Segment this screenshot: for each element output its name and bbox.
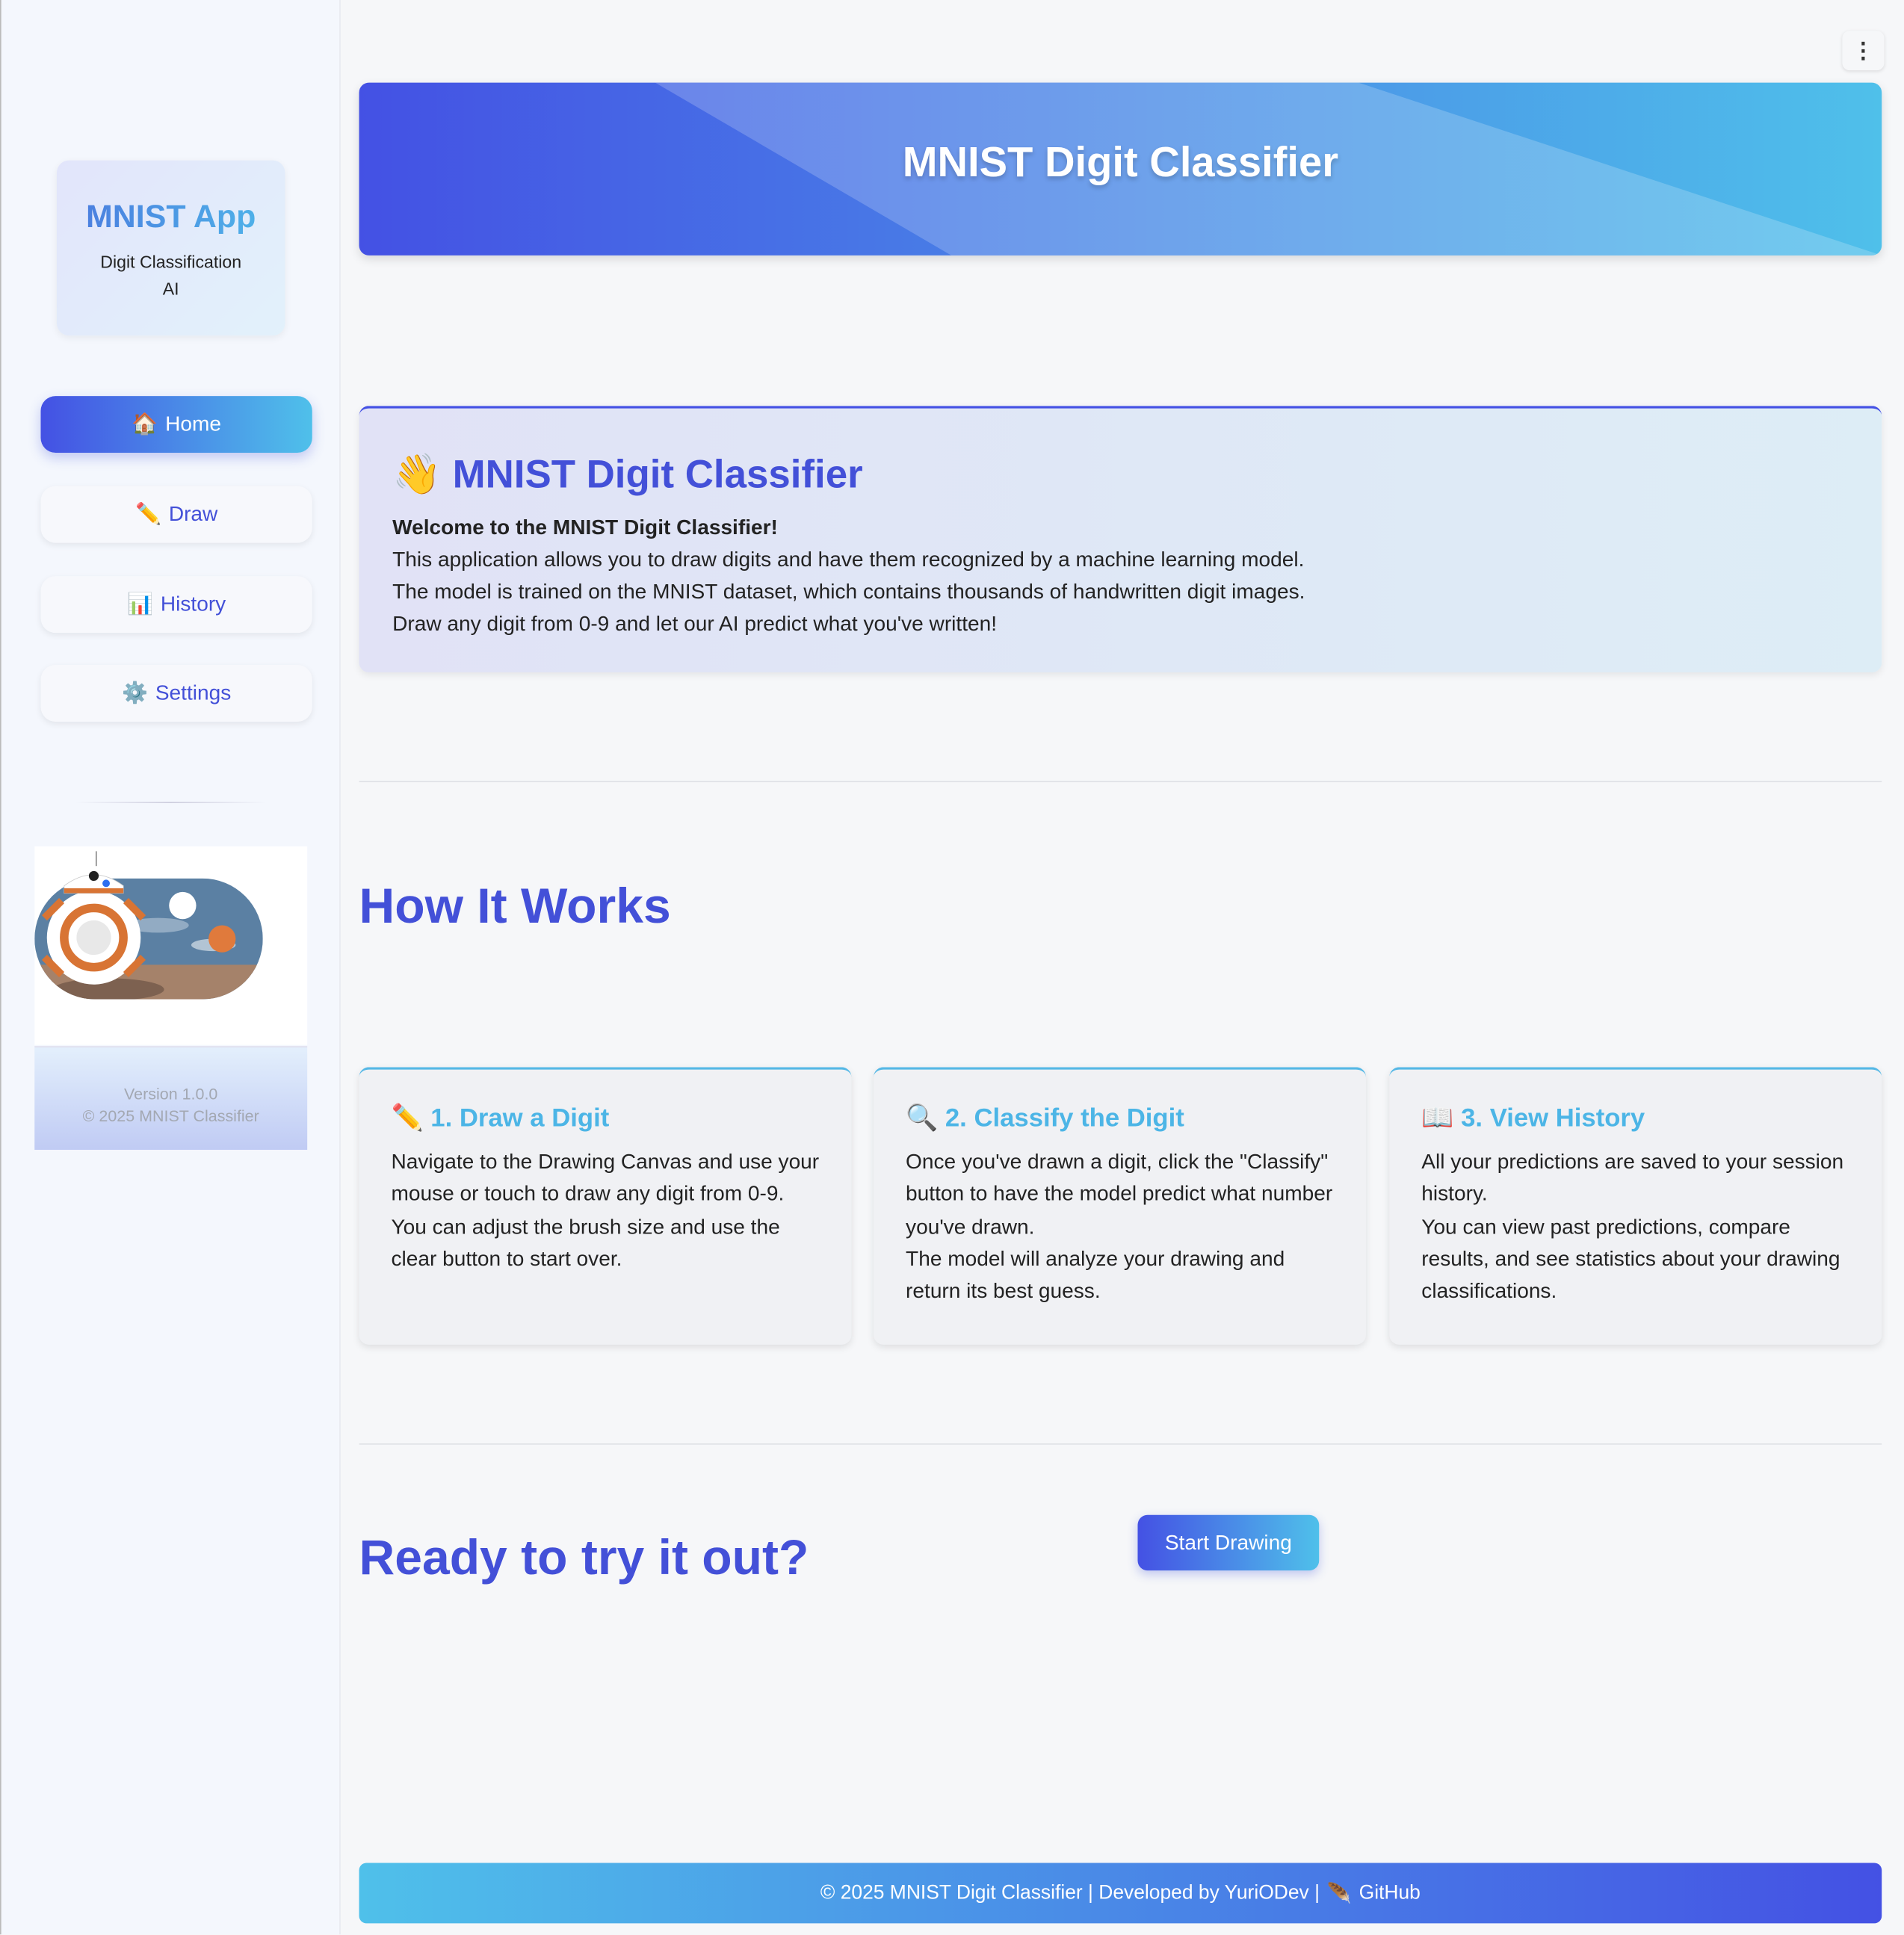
step-title: 3. View History xyxy=(1461,1103,1645,1133)
footer: © 2025 MNIST Digit Classifier | Develope… xyxy=(359,1863,1882,1924)
version-text: Version 1.0.0 xyxy=(124,1084,218,1103)
start-drawing-button[interactable]: Start Drawing xyxy=(1137,1514,1320,1571)
welcome-line: This application allows you to draw digi… xyxy=(392,548,1305,572)
sidebar-item-label: Home xyxy=(165,412,222,436)
step-text: Once you've drawn a digit, click the "Cl… xyxy=(906,1150,1333,1239)
step-text: You can view past predictions, compare r… xyxy=(1421,1214,1840,1304)
step-card-draw: ✏️ 1. Draw a Digit Navigate to the Drawi… xyxy=(359,1067,852,1345)
welcome-line: Draw any digit from 0-9 and let our AI p… xyxy=(392,612,998,636)
feather-icon: 🪶 xyxy=(1326,1883,1352,1904)
step-card-classify: 🔍 2. Classify the Digit Once you've draw… xyxy=(874,1067,1366,1345)
pencil-icon: ✏️ xyxy=(391,1103,424,1133)
sidebar-divider xyxy=(75,802,267,803)
divider xyxy=(359,1443,1882,1445)
magnifier-icon: 🔍 xyxy=(906,1103,939,1133)
step-title: 2. Classify the Digit xyxy=(945,1103,1184,1133)
welcome-bold: Welcome to the MNIST Digit Classifier! xyxy=(392,516,778,539)
step-text: Navigate to the Drawing Canvas and use y… xyxy=(391,1150,820,1206)
sidebar-item-label: Settings xyxy=(155,681,232,705)
more-menu-button[interactable]: ⋮ xyxy=(1842,31,1885,71)
welcome-card: 👋 MNIST Digit Classifier Welcome to the … xyxy=(359,406,1882,672)
app-title: MNIST App xyxy=(57,197,285,235)
sidebar-item-label: History xyxy=(160,592,226,616)
app-subtitle: Digit Classification AI xyxy=(100,251,242,299)
sidebar-copyright: © 2025 MNIST Classifier xyxy=(82,1106,259,1125)
step-card-history: 📖 3. View History All your predictions a… xyxy=(1389,1067,1882,1345)
logo-card: MNIST App Digit Classification AI xyxy=(56,160,285,336)
divider xyxy=(359,781,1882,782)
bar-chart-icon: 📊 xyxy=(127,592,153,616)
sidebar-item-label: Draw xyxy=(168,502,218,526)
step-text: All your predictions are saved to your s… xyxy=(1421,1150,1844,1206)
footer-text: © 2025 MNIST Digit Classifier | Develope… xyxy=(820,1882,1320,1904)
sidebar-item-draw[interactable]: ✏️ Draw xyxy=(40,486,312,543)
gear-icon: ⚙️ xyxy=(121,681,148,705)
sidebar-footer: Version 1.0.0 © 2025 MNIST Classifier xyxy=(34,1046,308,1151)
cta-heading: Ready to try it out? xyxy=(359,1531,809,1585)
sidebar: MNIST App Digit Classification AI 🏠 Home… xyxy=(0,0,341,1935)
github-link[interactable]: GitHub xyxy=(1359,1882,1421,1904)
step-text: The model will analyze your drawing and … xyxy=(906,1247,1285,1304)
book-icon: 📖 xyxy=(1421,1103,1454,1133)
banner-title: MNIST Digit Classifier xyxy=(902,139,1339,187)
pencil-icon: ✏️ xyxy=(135,502,161,526)
sidebar-item-settings[interactable]: ⚙️ Settings xyxy=(40,665,312,722)
house-icon: 🏠 xyxy=(132,412,158,436)
waving-hand-icon: 👋 xyxy=(392,451,442,496)
welcome-line: The model is trained on the MNIST datase… xyxy=(392,580,1305,604)
header-banner: MNIST Digit Classifier xyxy=(359,82,1882,256)
sidebar-item-history[interactable]: 📊 History xyxy=(40,576,312,634)
step-title: 1. Draw a Digit xyxy=(430,1103,610,1133)
kebab-menu-icon: ⋮ xyxy=(1852,37,1875,63)
bb8-illustration xyxy=(34,846,308,1045)
welcome-title: MNIST Digit Classifier xyxy=(452,451,863,496)
sidebar-item-home[interactable]: 🏠 Home xyxy=(40,396,312,453)
how-it-works-heading: How It Works xyxy=(359,879,671,935)
step-text: You can adjust the brush size and use th… xyxy=(391,1214,780,1271)
